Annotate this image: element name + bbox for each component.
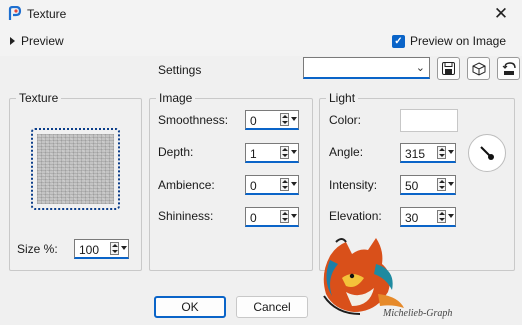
open-preset-button[interactable] xyxy=(467,57,490,80)
settings-label: Settings xyxy=(158,63,202,77)
reset-icon xyxy=(502,61,516,75)
smoothness-spinner[interactable]: 0 xyxy=(245,110,299,130)
angle-label: Angle: xyxy=(329,145,364,159)
save-preset-icon xyxy=(442,62,455,75)
cancel-button[interactable]: Cancel xyxy=(236,296,308,318)
elevation-label: Elevation: xyxy=(329,209,382,223)
close-button[interactable]: ✕ xyxy=(480,0,522,28)
up-down-icon xyxy=(110,242,119,255)
dropdown-arrow-icon xyxy=(448,214,454,218)
ambience-value: 0 xyxy=(250,179,257,193)
up-down-icon xyxy=(280,113,289,126)
expand-arrow-icon xyxy=(10,37,15,45)
dropdown-arrow-icon xyxy=(448,182,454,186)
settings-dropdown[interactable]: ⌄ xyxy=(303,57,430,79)
angle-spinner[interactable]: 315 xyxy=(400,143,456,163)
size-label: Size %: xyxy=(17,242,58,256)
reset-button[interactable] xyxy=(497,57,520,80)
ok-button[interactable]: OK xyxy=(154,296,226,318)
preview-label: Preview xyxy=(21,34,64,48)
light-group-title: Light xyxy=(326,91,359,105)
size-value: 100 xyxy=(79,243,100,257)
save-preset-button[interactable] xyxy=(437,57,460,80)
depth-value: 1 xyxy=(250,147,257,161)
dropdown-arrow-icon xyxy=(121,246,127,250)
shininess-spinner[interactable]: 0 xyxy=(245,207,299,227)
window-title: Texture xyxy=(27,7,67,21)
angle-value: 315 xyxy=(405,147,426,161)
up-down-icon xyxy=(280,178,289,191)
elevation-spinner[interactable]: 30 xyxy=(400,207,456,227)
smoothness-label: Smoothness: xyxy=(158,113,229,127)
dropdown-arrow-icon xyxy=(291,150,297,154)
size-spinner[interactable]: 100 xyxy=(74,239,129,259)
up-down-icon xyxy=(280,146,289,159)
depth-slider-fill xyxy=(248,161,251,163)
angle-slider-fill xyxy=(403,161,451,163)
depth-label: Depth: xyxy=(158,145,194,159)
angle-needle-icon xyxy=(480,146,494,160)
angle-dial[interactable] xyxy=(468,134,506,172)
light-color-swatch[interactable] xyxy=(400,109,458,132)
up-down-icon xyxy=(437,146,446,159)
smoothness-value: 0 xyxy=(250,114,257,128)
checkmark-icon: ✓ xyxy=(391,34,405,48)
preview-row: Preview ✓ Preview on Image xyxy=(0,28,522,56)
intensity-spinner[interactable]: 50 xyxy=(400,175,456,195)
dropdown-arrow-icon xyxy=(291,182,297,186)
title-bar: Texture ✕ xyxy=(0,0,522,28)
watermark-text: Michelieb-Graph xyxy=(383,308,453,319)
elevation-slider-fill xyxy=(403,225,420,227)
depth-spinner[interactable]: 1 xyxy=(245,143,299,163)
dropdown-arrow-icon xyxy=(448,150,454,154)
texture-swatch[interactable] xyxy=(31,128,120,210)
ambience-slider-fill xyxy=(248,193,268,195)
ok-label: OK xyxy=(181,300,199,314)
ambience-label: Ambience: xyxy=(158,178,215,192)
dropdown-arrow-icon xyxy=(291,117,297,121)
preview-on-image-checkbox[interactable]: ✓ Preview on Image xyxy=(391,34,506,48)
paintshop-icon xyxy=(8,6,22,20)
intensity-value: 50 xyxy=(405,179,419,193)
dropdown-arrow-icon xyxy=(291,214,297,218)
shininess-label: Shininess: xyxy=(158,209,214,223)
color-label: Color: xyxy=(329,113,362,127)
texture-preview xyxy=(37,134,114,204)
intensity-label: Intensity: xyxy=(329,178,378,192)
up-down-icon xyxy=(280,210,289,223)
up-down-icon xyxy=(437,178,446,191)
size-slider-fill xyxy=(77,257,87,259)
preview-expander[interactable]: Preview xyxy=(10,34,64,48)
elevation-value: 30 xyxy=(405,211,419,225)
image-group-title: Image xyxy=(156,91,196,105)
intensity-slider-fill xyxy=(403,193,431,195)
up-down-icon xyxy=(437,210,446,223)
close-icon: ✕ xyxy=(493,4,509,23)
open-cube-icon xyxy=(472,61,485,76)
ambience-spinner[interactable]: 0 xyxy=(245,175,299,195)
chevron-down-icon: ⌄ xyxy=(415,62,425,74)
texture-group-title: Texture xyxy=(16,91,62,105)
cancel-label: Cancel xyxy=(253,300,291,314)
fox-watermark-logo xyxy=(323,238,404,315)
shininess-value: 0 xyxy=(250,211,257,225)
preview-on-image-label: Preview on Image xyxy=(409,34,506,48)
